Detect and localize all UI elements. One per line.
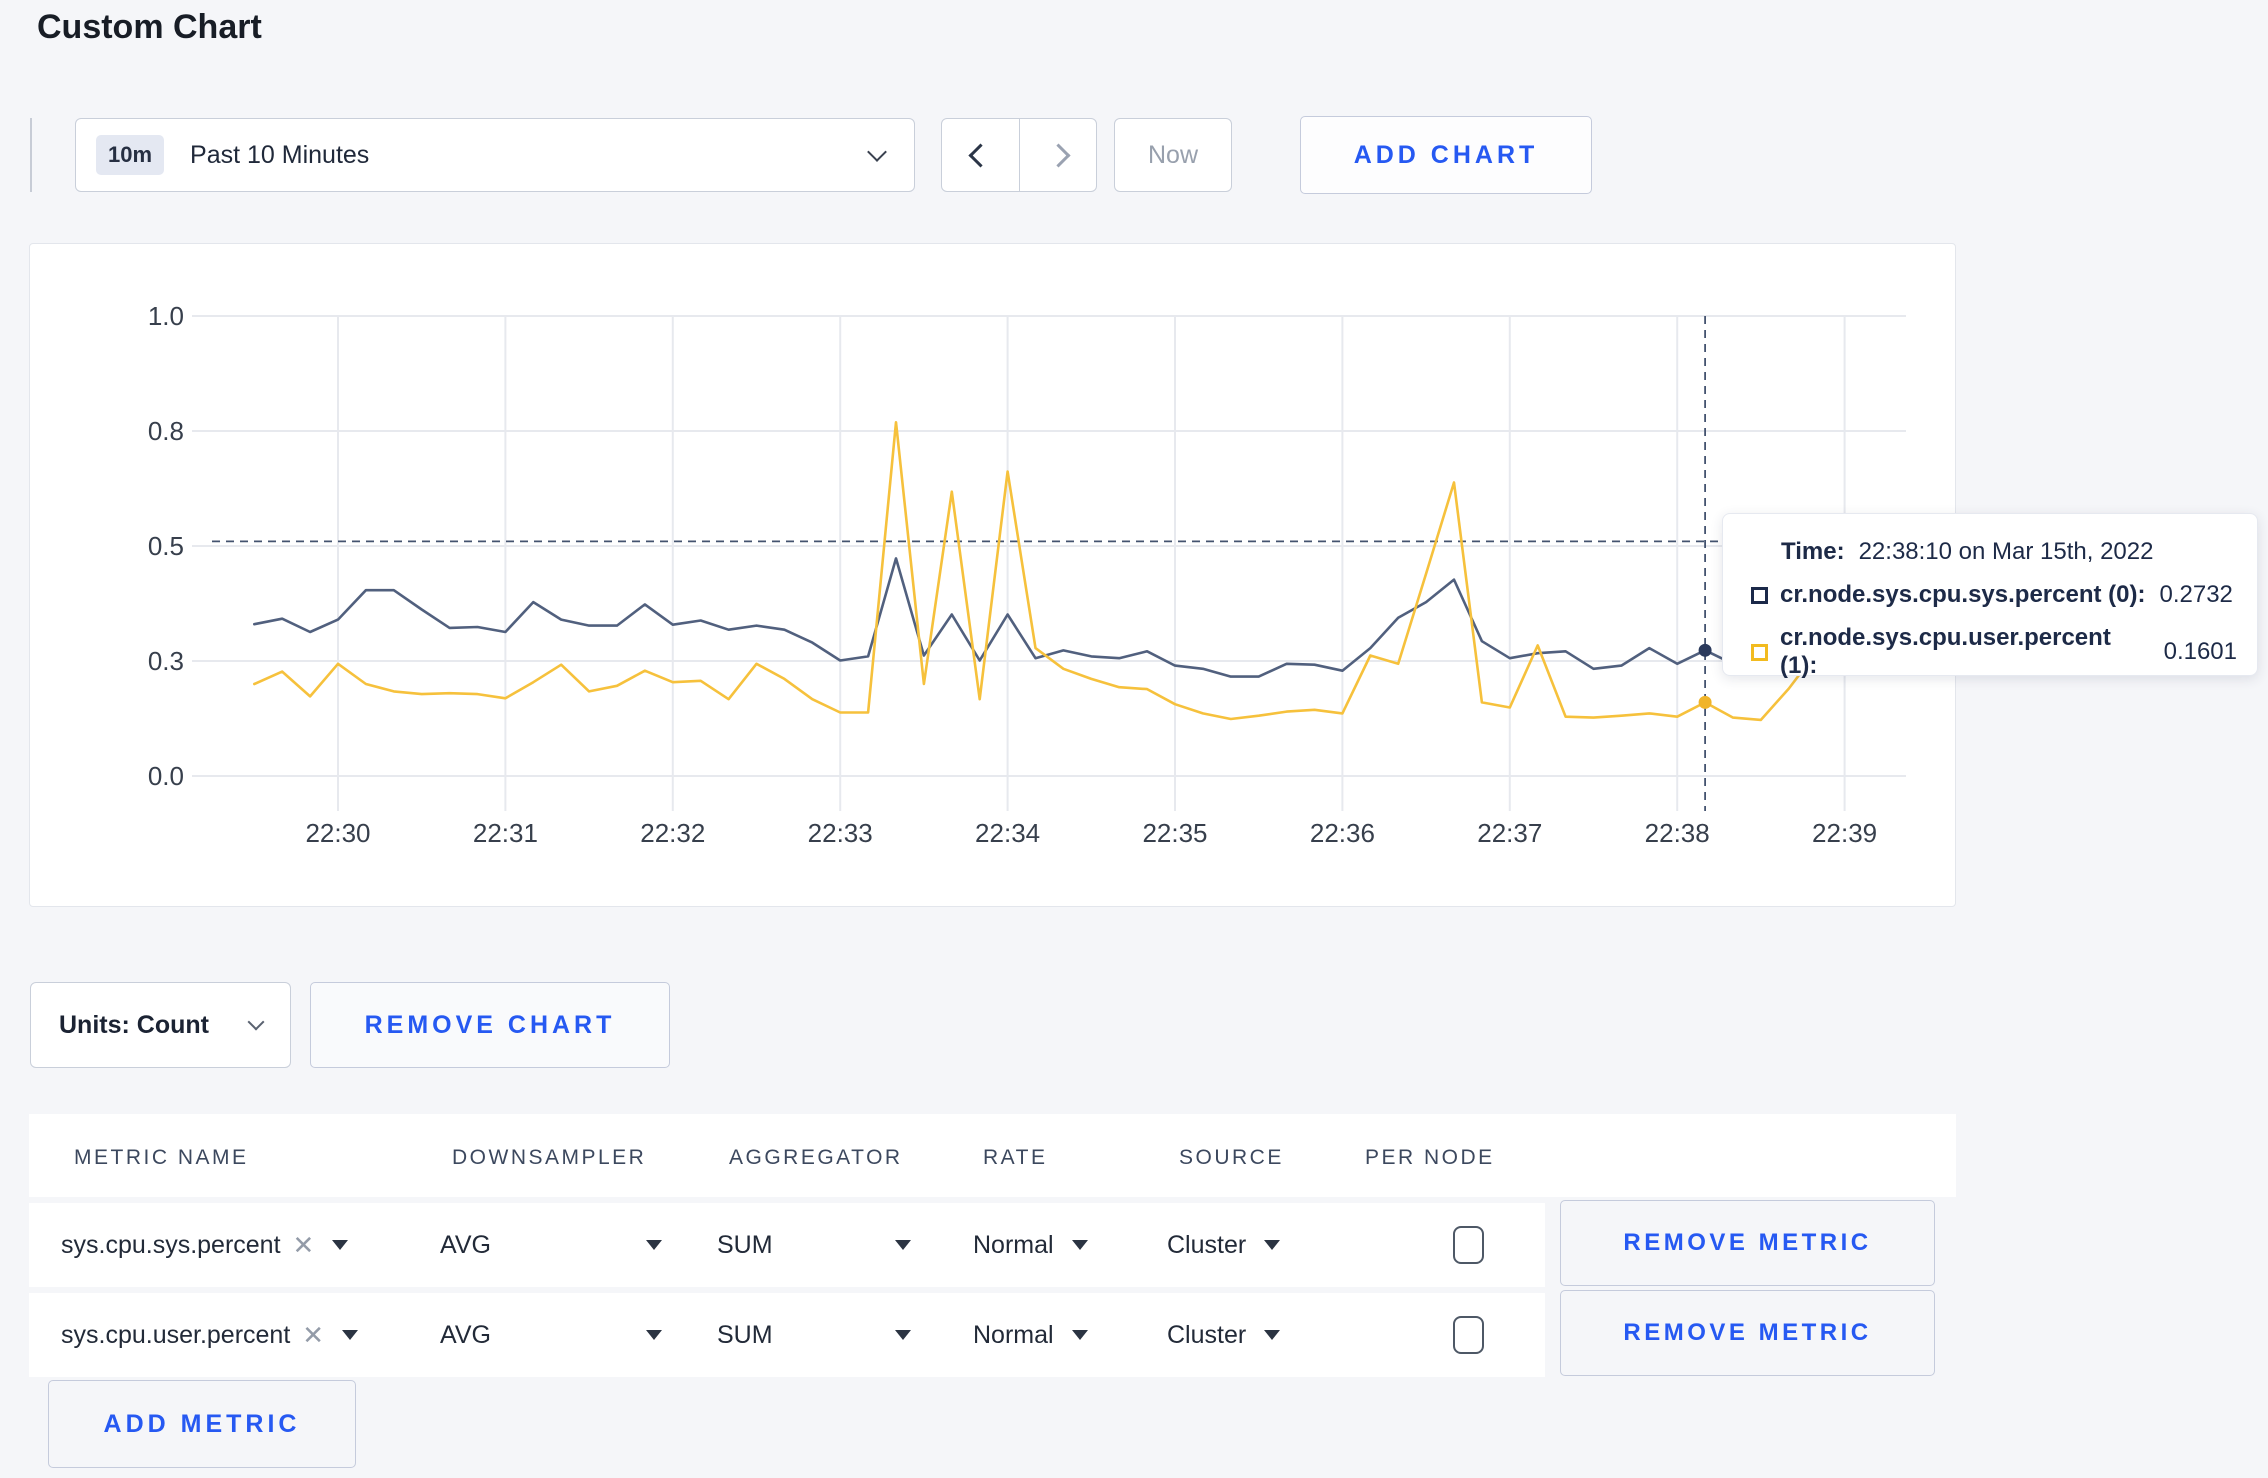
metric-name-select[interactable]: sys.cpu.sys.percent ✕ <box>61 1203 349 1287</box>
remove-metric-button[interactable]: REMOVE METRIC <box>1560 1290 1935 1376</box>
clear-metric-icon[interactable]: ✕ <box>293 1230 315 1261</box>
downsampler-select[interactable]: AVG <box>440 1203 662 1287</box>
metric-row: sys.cpu.sys.percent ✕ AVG SUM Normal Clu… <box>29 1203 1545 1287</box>
metric-row: sys.cpu.user.percent ✕ AVG SUM Normal Cl… <box>29 1293 1545 1377</box>
metric-name-value: sys.cpu.user.percent <box>61 1320 291 1349</box>
aggregator-select[interactable]: SUM <box>717 1203 911 1287</box>
chevron-down-icon <box>247 1013 265 1031</box>
tooltip-series-1-label: cr.node.sys.cpu.user.percent (1): <box>1780 624 2111 679</box>
metric-name-value: sys.cpu.sys.percent <box>61 1230 281 1259</box>
svg-text:22:30: 22:30 <box>305 818 370 848</box>
svg-text:22:33: 22:33 <box>808 818 873 848</box>
time-range-nav <box>941 118 1097 192</box>
tooltip-series-1-value: 0.1601 <box>2163 638 2237 665</box>
column-header-metric-name: METRIC NAME <box>74 1146 249 1169</box>
downsampler-value: AVG <box>440 1230 491 1259</box>
source-select[interactable]: Cluster <box>1167 1203 1281 1287</box>
time-range-label: Past 10 Minutes <box>190 140 370 169</box>
chart-hover-tooltip: Time: 22:38:10 on Mar 15th, 2022 cr.node… <box>1722 513 2258 679</box>
rate-select[interactable]: Normal <box>973 1203 1088 1287</box>
rate-value: Normal <box>973 1320 1054 1349</box>
caret-down-icon <box>1264 1240 1281 1250</box>
per-node-cell <box>1453 1203 1484 1287</box>
svg-text:22:34: 22:34 <box>975 818 1040 848</box>
caret-down-icon <box>645 1240 662 1250</box>
caret-down-icon <box>342 1330 359 1340</box>
per-node-checkbox[interactable] <box>1453 1316 1484 1354</box>
downsampler-select[interactable]: AVG <box>440 1293 662 1377</box>
svg-text:22:36: 22:36 <box>1310 818 1375 848</box>
svg-text:1.0: 1.0 <box>148 301 184 331</box>
time-range-badge: 10m <box>96 135 165 175</box>
caret-down-icon <box>1071 1240 1088 1250</box>
chevron-left-icon <box>968 142 993 168</box>
svg-text:22:31: 22:31 <box>473 818 538 848</box>
timeseries-chart[interactable]: 0.0 0.3 0.5 0.8 1.0 22:30 22:31 22:32 22:33 22:34… <box>30 244 1957 908</box>
toolbar-left-divider <box>30 118 32 192</box>
source-value: Cluster <box>1167 1230 1247 1259</box>
tooltip-time-label: Time: <box>1781 538 1845 565</box>
caret-down-icon <box>894 1330 911 1340</box>
downsampler-value: AVG <box>440 1320 491 1349</box>
per-node-checkbox[interactable] <box>1453 1226 1484 1264</box>
column-header-source: SOURCE <box>1179 1146 1284 1169</box>
column-header-per-node: PER NODE <box>1365 1146 1495 1169</box>
column-header-aggregator: AGGREGATOR <box>729 1146 903 1169</box>
aggregator-select[interactable]: SUM <box>717 1293 911 1377</box>
svg-text:22:32: 22:32 <box>640 818 705 848</box>
next-range-button[interactable] <box>1019 119 1096 191</box>
rate-select[interactable]: Normal <box>973 1293 1088 1377</box>
caret-down-icon <box>894 1240 911 1250</box>
caret-down-icon <box>332 1240 349 1250</box>
tooltip-series-0-value: 0.2732 <box>2159 581 2233 608</box>
per-node-cell <box>1453 1293 1484 1377</box>
prev-range-button[interactable] <box>942 119 1019 191</box>
units-label: Units: Count <box>59 1010 209 1039</box>
series-0-swatch-icon <box>1751 586 1768 604</box>
clear-metric-icon[interactable]: ✕ <box>302 1320 324 1351</box>
add-metric-button[interactable]: ADD METRIC <box>48 1380 356 1468</box>
svg-text:0.0: 0.0 <box>148 761 184 791</box>
remove-metric-button[interactable]: REMOVE METRIC <box>1560 1200 1935 1286</box>
svg-text:22:37: 22:37 <box>1477 818 1542 848</box>
caret-down-icon <box>1264 1330 1281 1340</box>
chart-card: 0.0 0.3 0.5 0.8 1.0 22:30 22:31 22:32 22:33 22:34… <box>29 243 1956 907</box>
add-chart-button[interactable]: ADD CHART <box>1300 116 1592 194</box>
series-1-swatch-icon <box>1751 643 1768 661</box>
tooltip-series-0-label: cr.node.sys.cpu.sys.percent (0): <box>1780 581 2146 608</box>
time-range-dropdown[interactable]: 10m Past 10 Minutes <box>75 118 915 192</box>
tooltip-time-value: 22:38:10 on Mar 15th, 2022 <box>1858 538 2154 565</box>
rate-value: Normal <box>973 1230 1054 1259</box>
source-select[interactable]: Cluster <box>1167 1293 1281 1377</box>
svg-text:22:38: 22:38 <box>1645 818 1710 848</box>
chevron-down-icon <box>867 142 887 162</box>
units-dropdown[interactable]: Units: Count <box>30 982 291 1068</box>
svg-text:22:35: 22:35 <box>1142 818 1207 848</box>
svg-text:0.5: 0.5 <box>148 531 184 561</box>
metric-name-select[interactable]: sys.cpu.user.percent ✕ <box>61 1293 359 1377</box>
source-value: Cluster <box>1167 1320 1247 1349</box>
caret-down-icon <box>1071 1330 1088 1340</box>
caret-down-icon <box>645 1330 662 1340</box>
chevron-right-icon <box>1045 142 1071 168</box>
remove-chart-button[interactable]: REMOVE CHART <box>310 982 670 1068</box>
column-header-downsampler: DOWNSAMPLER <box>452 1146 647 1169</box>
aggregator-value: SUM <box>717 1230 773 1259</box>
page-title: Custom Chart <box>37 8 262 46</box>
svg-text:0.3: 0.3 <box>148 646 184 676</box>
column-header-rate: RATE <box>983 1146 1048 1169</box>
svg-text:0.8: 0.8 <box>148 416 184 446</box>
svg-text:22:39: 22:39 <box>1812 818 1877 848</box>
now-button[interactable]: Now <box>1114 118 1232 192</box>
aggregator-value: SUM <box>717 1320 773 1349</box>
